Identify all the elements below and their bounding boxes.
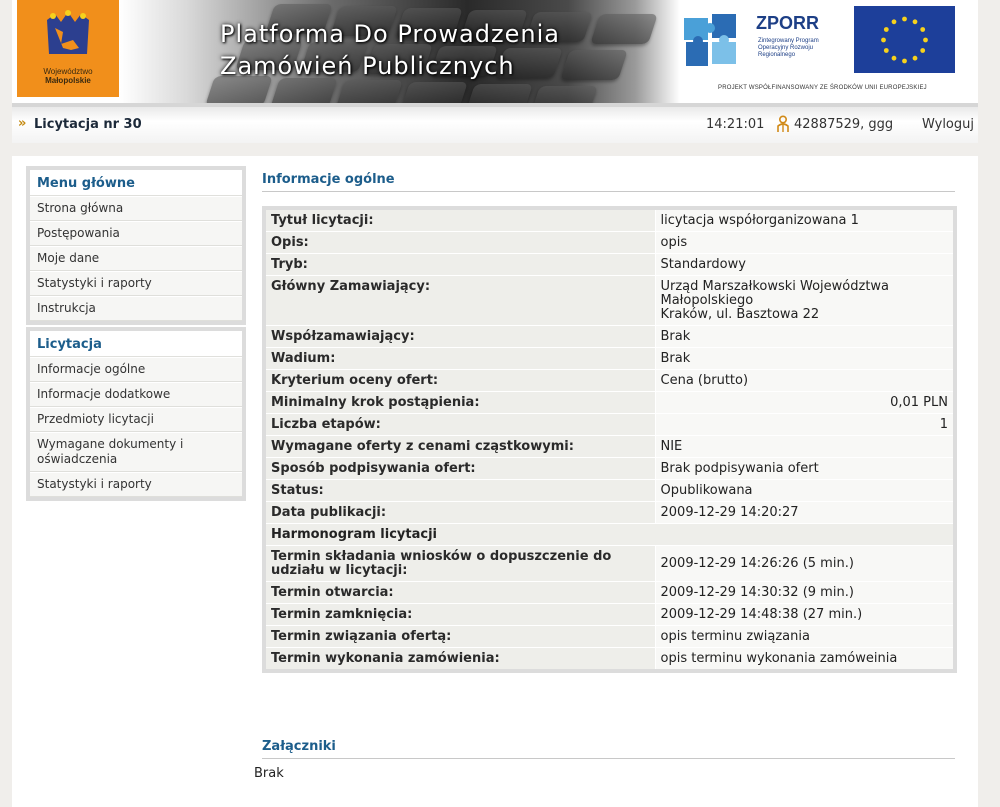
platform-title-line2: Zamówień Publicznych [220, 52, 515, 80]
table-row: Wymagane oferty z cenami cząstkowymi: NI… [263, 435, 956, 458]
table-row: Data publikacji: 2009-12-29 14:20:27 [263, 501, 956, 524]
table-row: Status: Opublikowana [263, 479, 956, 502]
menu-item-auction-items[interactable]: Przedmioty licytacji [30, 407, 242, 432]
row-value: Cena (brutto) [654, 369, 956, 392]
platform-title-line1: Platforma Do Prowadzenia [220, 20, 560, 48]
general-info-heading: Informacje ogólne [262, 172, 955, 192]
region-emblem-icon [47, 10, 89, 54]
user-info: 42887529, ggg [794, 117, 894, 132]
row-label: Opis: [263, 231, 656, 254]
row-label: Główny Zamawiający: [263, 275, 656, 326]
row-label: Minimalny krok postąpienia: [263, 391, 656, 414]
main-menu-title: Menu główne [30, 170, 242, 196]
row-label: Termin wykonania zamówienia: [263, 647, 656, 672]
row-value: Brak podpisywania ofert [654, 457, 956, 480]
top-toolbar: » Licytacja nr 30 14:21:01 42887529, ggg… [12, 103, 978, 143]
attachments-value: Brak [254, 766, 284, 781]
row-value: Urząd Marszałkowski Województwa Małopols… [654, 275, 956, 326]
table-row: Wadium: Brak [263, 347, 956, 370]
row-value: opis terminu związania [654, 625, 956, 648]
row-value: opis terminu wykonania zamóweinia [654, 647, 956, 672]
main-panel: Menu główne Strona główna Postępowania M… [12, 156, 978, 807]
table-row: Termin związania ofertą: opis terminu zw… [263, 625, 956, 648]
zporr-subtitle: Zintegrowany Program Operacyjny Rozwoju … [758, 38, 819, 58]
row-value: 1 [654, 413, 956, 436]
menu-item-instructions[interactable]: Instrukcja [30, 296, 242, 321]
table-row: Termin składania wniosków o dopuszczenie… [263, 545, 956, 582]
row-label: Liczba etapów: [263, 413, 656, 436]
table-row: Tryb: Standardowy [263, 253, 956, 276]
main-buyer-address: Kraków, ul. Basztowa 22 [660, 307, 820, 322]
zporr-puzzle-icon [684, 14, 736, 66]
double-chevron-icon: » [18, 116, 27, 131]
user-icon [777, 115, 789, 132]
row-value: Brak [654, 347, 956, 370]
main-buyer-name: Urząd Marszałkowski Województwa Małopols… [660, 279, 890, 308]
zporr-name: ZPORR [756, 13, 819, 33]
row-value: 2009-12-29 14:20:27 [654, 501, 956, 524]
row-label: Współzamawiający: [263, 325, 656, 348]
row-label: Termin składania wniosków o dopuszczenie… [263, 545, 656, 582]
table-row: Termin zamknięcia: 2009-12-29 14:48:38 (… [263, 603, 956, 626]
header-banner: Województwo Małopolskie Platforma Do Pro… [12, 0, 978, 103]
row-value: 2009-12-29 14:30:32 (9 min.) [654, 581, 956, 604]
menu-item-my-data[interactable]: Moje dane [30, 246, 242, 271]
schedule-heading: Harmonogram licytacji [263, 523, 956, 546]
eu-cofinancing-caption: PROJEKT WSPÓŁFINANSOWANY ZE ŚRODKÓW UNII… [718, 85, 927, 91]
menu-item-statistics[interactable]: Statystyki i raporty [30, 271, 242, 296]
table-row: Współzamawiający: Brak [263, 325, 956, 348]
auction-menu-title: Licytacja [30, 331, 242, 357]
table-row: Termin wykonania zamówienia: opis termin… [263, 647, 956, 672]
row-value: licytacja współorganizowana 1 [654, 207, 956, 232]
table-row: Minimalny krok postąpienia: 0,01 PLN [263, 391, 956, 414]
row-label: Tryb: [263, 253, 656, 276]
logout-link[interactable]: Wyloguj [922, 117, 974, 132]
row-value: opis [654, 231, 956, 254]
auction-menu: Licytacja Informacje ogólne Informacje d… [26, 327, 246, 501]
table-row: Główny Zamawiający: Urząd Marszałkowski … [263, 275, 956, 326]
table-row: Sposób podpisywania ofert: Brak podpisyw… [263, 457, 956, 480]
row-label: Termin związania ofertą: [263, 625, 656, 648]
table-row: Termin otwarcia: 2009-12-29 14:30:32 (9 … [263, 581, 956, 604]
menu-item-proceedings[interactable]: Postępowania [30, 221, 242, 246]
clock-time: 14:21:01 [706, 117, 765, 132]
schedule-header-row: Harmonogram licytacji [263, 523, 956, 546]
row-label: Wymagane oferty z cenami cząstkowymi: [263, 435, 656, 458]
menu-item-home[interactable]: Strona główna [30, 196, 242, 221]
row-value: Standardowy [654, 253, 956, 276]
menu-item-required-documents[interactable]: Wymagane dokumenty i oświadczenia [30, 432, 242, 472]
menu-item-general-info[interactable]: Informacje ogólne [30, 357, 242, 382]
menu-item-additional-info[interactable]: Informacje dodatkowe [30, 382, 242, 407]
table-row: Opis: opis [263, 231, 956, 254]
main-menu: Menu główne Strona główna Postępowania M… [26, 166, 246, 325]
menu-item-auction-statistics[interactable]: Statystyki i raporty [30, 472, 242, 497]
eu-flag-icon [854, 6, 955, 73]
row-value: 2009-12-29 14:48:38 (27 min.) [654, 603, 956, 626]
table-row: Tytuł licytacji: licytacja współorganizo… [263, 207, 956, 232]
row-value: Brak [654, 325, 956, 348]
row-label: Sposób podpisywania ofert: [263, 457, 656, 480]
row-value: 2009-12-29 14:26:26 (5 min.) [654, 545, 956, 582]
row-label: Termin otwarcia: [263, 581, 656, 604]
row-label: Kryterium oceny ofert: [263, 369, 656, 392]
row-label: Wadium: [263, 347, 656, 370]
row-label: Tytuł licytacji: [263, 207, 656, 232]
auction-title: Licytacja nr 30 [34, 117, 142, 132]
row-value: Opublikowana [654, 479, 956, 502]
logo-text-line2: Małopolskie [45, 76, 91, 85]
malopolska-logo: Województwo Małopolskie [17, 0, 119, 97]
attachments-heading: Załączniki [262, 739, 955, 759]
logo-text-line1: Województwo [43, 67, 93, 76]
row-label: Data publikacji: [263, 501, 656, 524]
row-value: NIE [654, 435, 956, 458]
row-label: Status: [263, 479, 656, 502]
row-value: 0,01 PLN [654, 391, 956, 414]
general-info-table: Tytuł licytacji: licytacja współorganizo… [262, 206, 957, 673]
table-row: Kryterium oceny ofert: Cena (brutto) [263, 369, 956, 392]
row-label: Termin zamknięcia: [263, 603, 656, 626]
table-row: Liczba etapów: 1 [263, 413, 956, 436]
